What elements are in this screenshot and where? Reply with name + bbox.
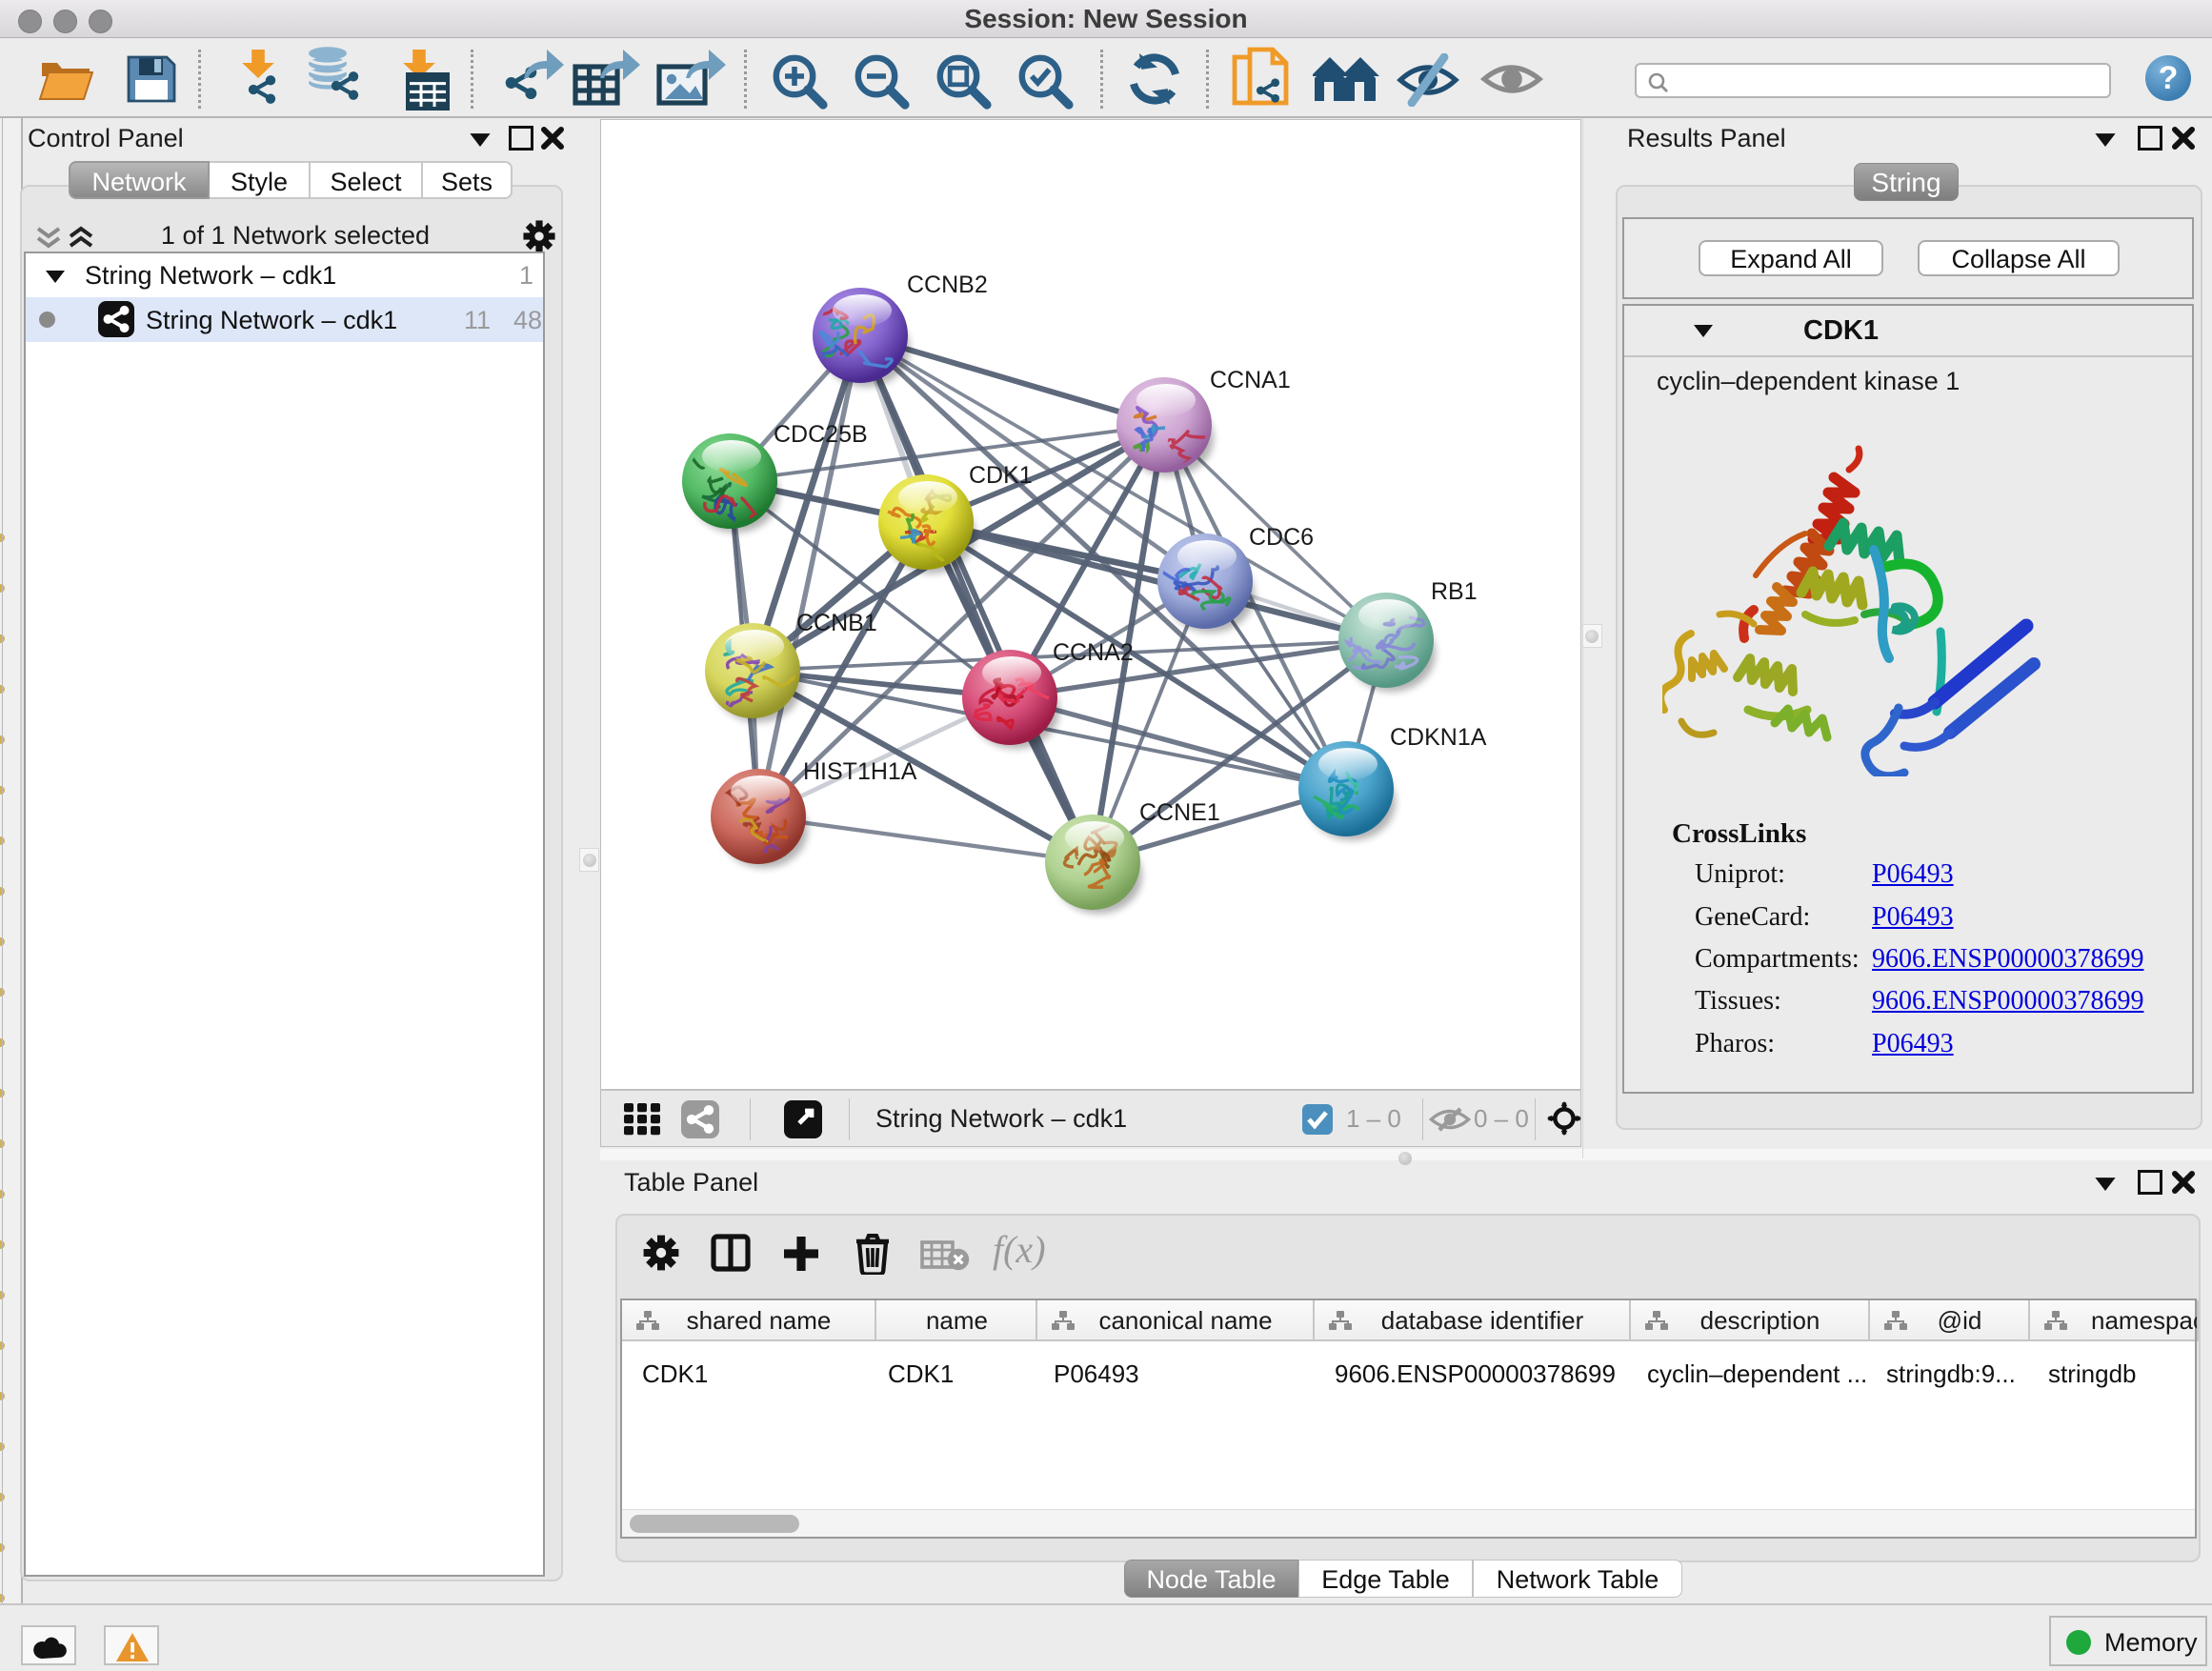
svg-text:CCNE1: CCNE1 [1139,799,1220,826]
svg-text:CDKN1A: CDKN1A [1390,724,1487,751]
svg-text:CCNA1: CCNA1 [1210,367,1291,393]
svg-text:CCNB1: CCNB1 [796,610,877,636]
svg-text:CCNA2: CCNA2 [1053,639,1134,666]
svg-text:CDK1: CDK1 [969,462,1033,489]
svg-text:HIST1H1A: HIST1H1A [803,758,917,785]
svg-text:RB1: RB1 [1431,578,1478,605]
svg-text:CDC25B: CDC25B [774,421,868,448]
svg-text:CCNB2: CCNB2 [907,272,988,298]
svg-text:CDC6: CDC6 [1249,524,1314,551]
